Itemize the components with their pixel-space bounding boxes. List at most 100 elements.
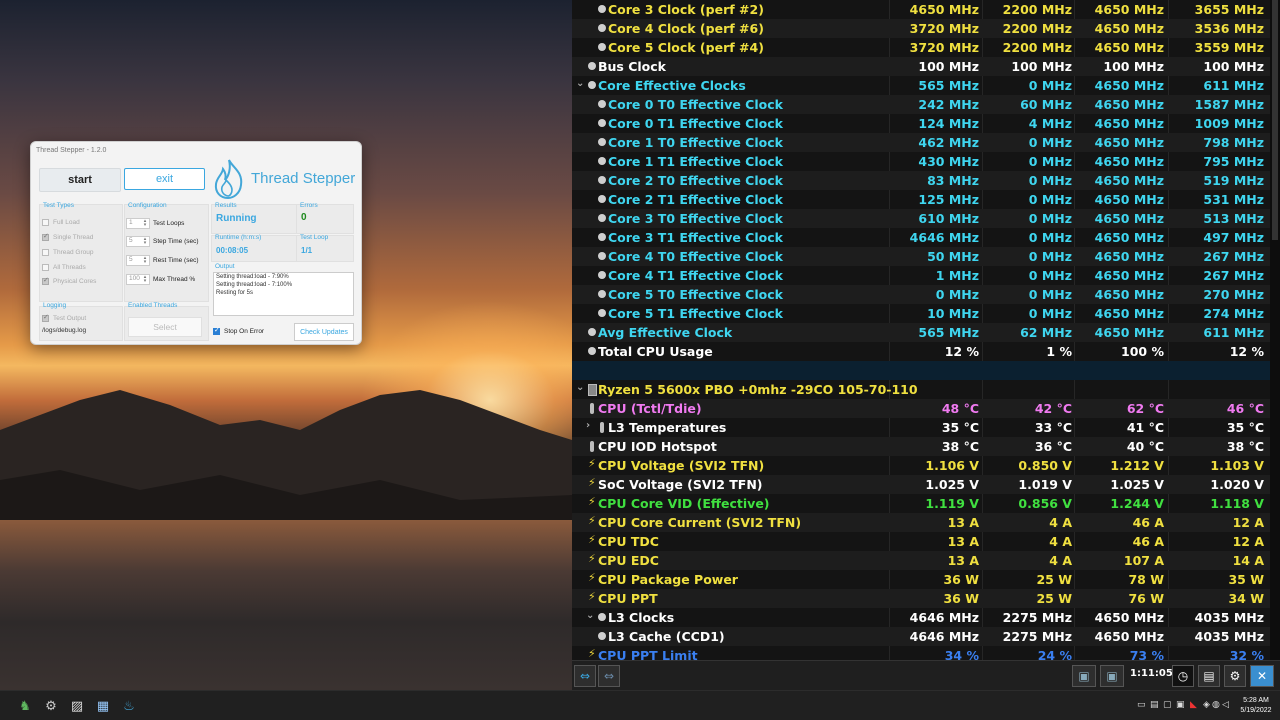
sensor-row[interactable]: Core 2 T0 Effective Clock 83 MHz 0 MHz 4650… bbox=[572, 171, 1270, 190]
select-threads-button[interactable]: Select bbox=[128, 317, 202, 337]
sensor-row[interactable]: ⌄ Ryzen 5 5600x PBO +0mhz -29CO 105-70-11… bbox=[572, 380, 1270, 399]
network-icon[interactable]: ▣ bbox=[1072, 665, 1096, 687]
sensor-row[interactable]: CPU (Tctl/Tdie) 48 °C 42 °C 62 °C 46 °C bbox=[572, 399, 1270, 418]
sensor-avg: 519 MHz bbox=[1203, 173, 1264, 188]
tray-wifi-icon[interactable]: ◍ bbox=[1212, 700, 1220, 710]
checkbox-box[interactable] bbox=[42, 232, 49, 241]
sensor-name: Core 5 Clock (perf #4) bbox=[608, 40, 764, 55]
tray-storage-icon[interactable]: ▤ bbox=[1150, 700, 1159, 710]
checkbox-full-load[interactable]: Full Load bbox=[42, 219, 80, 226]
steam-icon[interactable]: ⚙ bbox=[42, 697, 60, 715]
sensor-row[interactable]: Core 3 Clock (perf #2) 4650 MHz 2200 MHz 46… bbox=[572, 0, 1270, 19]
section-separator[interactable] bbox=[572, 361, 1270, 380]
sensor-row[interactable]: Total CPU Usage 12 % 1 % 100 % 12 % bbox=[572, 342, 1270, 361]
tray-network-icon[interactable]: ▭ bbox=[1137, 700, 1146, 710]
game-icon[interactable]: ♞ bbox=[16, 697, 34, 715]
tray-amd-icon[interactable]: ◣ bbox=[1190, 700, 1197, 710]
max-thread-input[interactable]: 100 bbox=[126, 274, 150, 285]
sensor-row[interactable]: ⚡ CPU EDC 13 A 4 A 107 A 14 A bbox=[572, 551, 1270, 570]
sensor-name: Bus Clock bbox=[598, 59, 666, 74]
report-icon[interactable]: ▤ bbox=[1198, 665, 1220, 687]
sensor-current: 50 MHz bbox=[927, 249, 979, 264]
app-logo: Thread Stepper bbox=[211, 158, 357, 200]
sensor-row[interactable]: Bus Clock 100 MHz 100 MHz 100 MHz 100 MHz bbox=[572, 57, 1270, 76]
checkbox-test-output[interactable]: Test Output bbox=[42, 313, 86, 322]
sensor-row[interactable]: ⌄ Core Effective Clocks 565 MHz 0 MHz 4650 M… bbox=[572, 76, 1270, 95]
network-compare-icon[interactable]: ▣ bbox=[1100, 665, 1124, 687]
sensor-row[interactable]: Core 5 T0 Effective Clock 0 MHz 0 MHz 4650 … bbox=[572, 285, 1270, 304]
hwinfo-icon[interactable]: ▦ bbox=[94, 697, 112, 715]
sensor-row[interactable]: ⚡ CPU TDC 13 A 4 A 46 A 12 A bbox=[572, 532, 1270, 551]
sensor-row[interactable]: Core 0 T0 Effective Clock 242 MHz 60 MHz 46… bbox=[572, 95, 1270, 114]
sensor-row[interactable]: ⚡ CPU PPT Limit 34 % 24 % 73 % 32 % bbox=[572, 646, 1270, 660]
step-time-input[interactable]: 5 bbox=[126, 236, 150, 247]
sensor-row[interactable]: Core 3 T1 Effective Clock 4646 MHz 0 MHz 46… bbox=[572, 228, 1270, 247]
sensor-row[interactable]: Core 5 Clock (perf #4) 3720 MHz 2200 MHz 46… bbox=[572, 38, 1270, 57]
checkbox-box[interactable] bbox=[42, 264, 49, 271]
nav-arrows-icon[interactable]: ⇔ bbox=[574, 665, 596, 687]
sensor-row[interactable]: Core 4 T1 Effective Clock 1 MHz 0 MHz 4650 … bbox=[572, 266, 1270, 285]
checkbox-box[interactable] bbox=[42, 219, 49, 226]
checkbox-box[interactable] bbox=[42, 313, 49, 322]
sensor-row[interactable]: ⌄ L3 Clocks 4646 MHz 2275 MHz 4650 MHz 4035 M… bbox=[572, 608, 1270, 627]
tray-monitor-icon[interactable]: ▢ bbox=[1163, 700, 1172, 710]
nav-collapse-icon[interactable]: ⇔ bbox=[598, 665, 620, 687]
sensor-dot-icon bbox=[598, 195, 606, 203]
sensor-min: 0 MHz bbox=[1028, 173, 1072, 188]
checkbox-box[interactable] bbox=[42, 276, 49, 285]
expand-toggle-icon[interactable]: ⌄ bbox=[586, 610, 594, 621]
sensor-row[interactable]: Core 1 T0 Effective Clock 462 MHz 0 MHz 465… bbox=[572, 133, 1270, 152]
scrollbar-thumb[interactable] bbox=[1272, 0, 1278, 240]
checkbox-label: Physical Cores bbox=[53, 278, 97, 285]
close-icon[interactable]: ✕ bbox=[1250, 665, 1274, 687]
sensor-row[interactable]: Avg Effective Clock 565 MHz 62 MHz 4650 MHz… bbox=[572, 323, 1270, 342]
sensor-max: 4650 MHz bbox=[1094, 610, 1164, 625]
sensor-row[interactable]: L3 Cache (CCD1) 4646 MHz 2275 MHz 4650 MHz 4… bbox=[572, 627, 1270, 646]
sensor-max: 4650 MHz bbox=[1094, 2, 1164, 17]
sensor-row[interactable]: Core 3 T0 Effective Clock 610 MHz 0 MHz 465… bbox=[572, 209, 1270, 228]
sensor-row[interactable]: ⚡ CPU Voltage (SVI2 TFN) 1.106 V 0.850 V 1.2… bbox=[572, 456, 1270, 475]
expand-toggle-icon[interactable]: › bbox=[586, 420, 590, 431]
expand-toggle-icon[interactable]: ⌄ bbox=[576, 382, 584, 393]
sensor-row[interactable]: Core 1 T1 Effective Clock 430 MHz 0 MHz 465… bbox=[572, 152, 1270, 171]
sensor-row[interactable]: › L3 Temperatures 35 °C 33 °C 41 °C 35 °C bbox=[572, 418, 1270, 437]
sensor-min: 0 MHz bbox=[1028, 268, 1072, 283]
output-log[interactable]: Setting thread:load - 7:90% Setting thre… bbox=[213, 272, 354, 316]
sensor-row[interactable]: Core 5 T1 Effective Clock 10 MHz 0 MHz 4650… bbox=[572, 304, 1270, 323]
sensor-row[interactable]: ⚡ SoC Voltage (SVI2 TFN) 1.025 V 1.019 V 1.0… bbox=[572, 475, 1270, 494]
check-updates-button[interactable]: Check Updates bbox=[294, 323, 354, 341]
expand-toggle-icon[interactable]: ⌄ bbox=[576, 78, 584, 89]
system-clock[interactable]: 5:28 AM 5/19/2022 bbox=[1236, 696, 1276, 716]
checkbox-box[interactable] bbox=[42, 249, 49, 256]
sensor-row[interactable]: Core 4 Clock (perf #6) 3720 MHz 2200 MHz 46… bbox=[572, 19, 1270, 38]
sensor-row[interactable]: Core 0 T1 Effective Clock 124 MHz 4 MHz 465… bbox=[572, 114, 1270, 133]
checkbox-thread-group[interactable]: Thread Group bbox=[42, 249, 93, 256]
test-loops-input[interactable]: 1 bbox=[126, 218, 150, 229]
sensor-row[interactable]: CPU IOD Hotspot 38 °C 36 °C 40 °C 38 °C bbox=[572, 437, 1270, 456]
thread-stepper-window: Thread Stepper - 1.2.0 start exit Thread… bbox=[30, 141, 362, 345]
folder-icon[interactable]: ▨ bbox=[68, 697, 86, 715]
checkbox-single-thread[interactable]: Single Thread bbox=[42, 232, 94, 241]
sensor-row[interactable]: ⚡ CPU Core Current (SVI2 TFN) 13 A 4 A 46 A 1… bbox=[572, 513, 1270, 532]
checkbox-label: Single Thread bbox=[53, 234, 94, 241]
start-button[interactable]: start bbox=[39, 168, 121, 192]
tray-sensor-icon[interactable]: ▣ bbox=[1176, 700, 1185, 710]
sensor-row[interactable]: ⚡ CPU Package Power 36 W 25 W 78 W 35 W bbox=[572, 570, 1270, 589]
tray-app-icon[interactable]: ◈ bbox=[1203, 700, 1210, 710]
sensor-avg: 14 A bbox=[1232, 553, 1264, 568]
flame-icon[interactable]: ♨ bbox=[120, 697, 138, 715]
sensor-row[interactable]: ⚡ CPU PPT 36 W 25 W 76 W 34 W bbox=[572, 589, 1270, 608]
sensor-row[interactable]: Core 2 T1 Effective Clock 125 MHz 0 MHz 465… bbox=[572, 190, 1270, 209]
checkbox-all-threads[interactable]: All Threads bbox=[42, 264, 86, 271]
sensor-row[interactable]: Core 4 T0 Effective Clock 50 MHz 0 MHz 4650… bbox=[572, 247, 1270, 266]
checkbox-physical-cores[interactable]: Physical Cores bbox=[42, 276, 97, 285]
sensor-min: 2200 MHz bbox=[1002, 40, 1072, 55]
exit-button[interactable]: exit bbox=[124, 168, 205, 190]
rest-time-input[interactable]: 5 bbox=[126, 255, 150, 266]
clock-icon[interactable]: ◷ bbox=[1172, 665, 1194, 687]
checkbox-box[interactable] bbox=[213, 326, 220, 335]
settings-icon[interactable]: ⚙ bbox=[1224, 665, 1246, 687]
sensor-row[interactable]: ⚡ CPU Core VID (Effective) 1.119 V 0.856 V 1… bbox=[572, 494, 1270, 513]
checkbox-stop-on-error[interactable]: Stop On Error bbox=[213, 326, 264, 335]
tray-speaker-icon[interactable]: ◁ bbox=[1222, 700, 1229, 710]
